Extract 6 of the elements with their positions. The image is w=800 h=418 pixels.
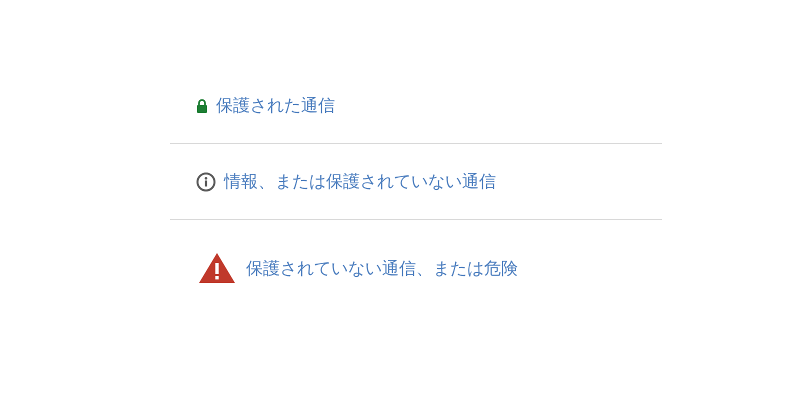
- status-label: 保護された通信: [216, 95, 335, 117]
- info-icon: [196, 172, 216, 192]
- status-label: 情報、または保護されていない通信: [224, 171, 496, 193]
- warning-icon: [198, 252, 236, 284]
- lock-icon: [196, 98, 208, 112]
- status-label: 保護されていない通信、または危険: [246, 258, 518, 280]
